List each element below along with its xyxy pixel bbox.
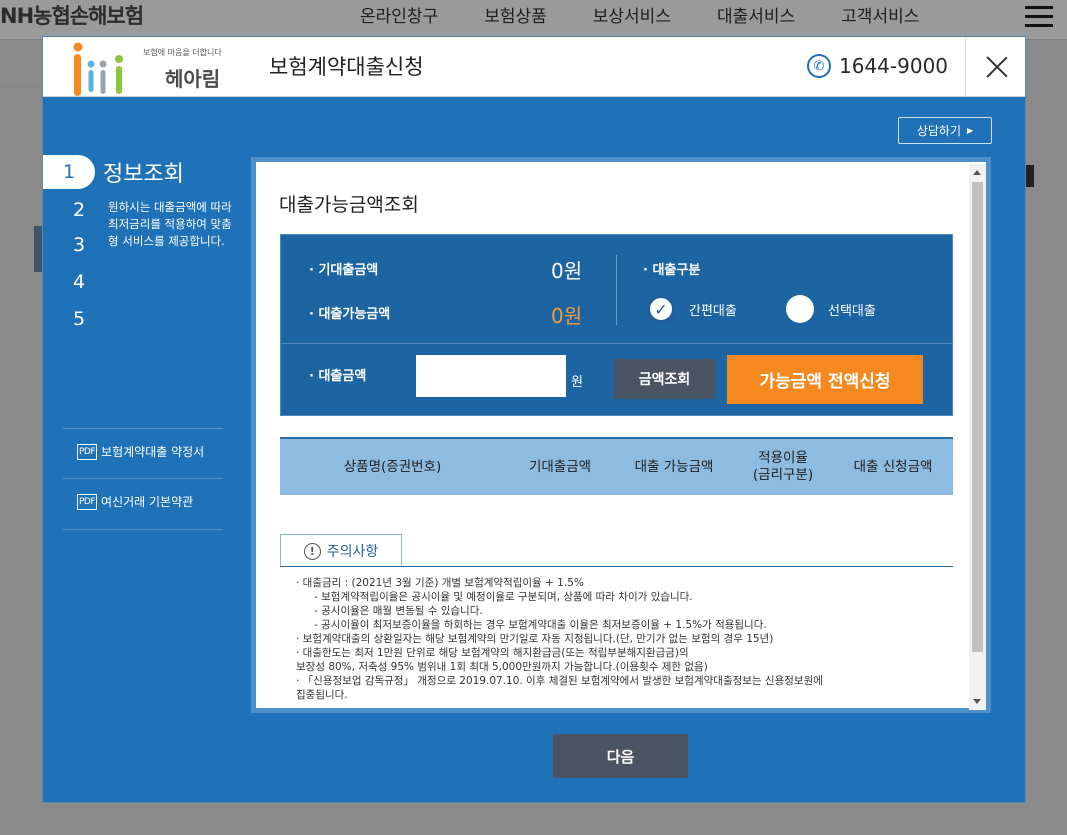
loan-table-header: 상품명(증권번호) 기대출금액 대출 가능금액 적용이율 (금리구분) 대출 신… xyxy=(280,437,953,495)
divider xyxy=(280,566,953,567)
radio-label: 선택대출 xyxy=(828,303,876,319)
notice-line: · 대출금리 : (2021년 3월 기준) 개별 보험계약적립이율 + 1.5… xyxy=(296,577,584,589)
pdf-icon: PDF xyxy=(77,443,98,460)
column-header: 적용이율 (금리구분) xyxy=(752,450,814,483)
site-header: NH농협손해보험 온라인창구 보험상품 보상서비스 대출서비스 고객서비스 xyxy=(0,0,1067,40)
apply-full-amount-button[interactable]: 가능금액 전액신청 xyxy=(727,355,923,404)
divider xyxy=(63,428,223,429)
consult-button[interactable]: 상담하기 ▶ xyxy=(898,117,992,144)
phone-icon: ✆ xyxy=(807,54,831,78)
people-logo-icon xyxy=(73,42,123,96)
step-number: 2 xyxy=(72,199,86,221)
pdf-link-label: 보험계약대출 약정서 xyxy=(101,445,205,459)
content-panel: 대출가능금액조회 · 기대출금액 0원 · 대출가능금액 0원 · 대출구분 ✓… xyxy=(251,157,991,713)
notice-tab[interactable]: ! 주의사항 xyxy=(280,534,402,567)
alert-icon: ! xyxy=(303,542,321,560)
notice-line: - 보험계약적립이율은 공시이율 및 예정이율로 구분되며, 상품에 따라 차이… xyxy=(314,591,693,603)
pdf-link-agreement[interactable]: PDF 보험계약대출 약정서 xyxy=(77,443,204,460)
nav-products[interactable]: 보험상품 xyxy=(484,2,547,27)
step-2: 2 xyxy=(63,195,95,225)
pdf-link-label: 여신거래 기본약관 xyxy=(101,495,194,509)
existing-loan-value: 0원 xyxy=(551,259,583,283)
next-button[interactable]: 다음 xyxy=(553,734,688,778)
arrow-right-icon: ▶ xyxy=(967,126,974,135)
nav-online[interactable]: 온라인창구 xyxy=(360,2,438,27)
loan-amount-input[interactable] xyxy=(416,355,566,397)
step-number: 1 xyxy=(43,155,95,189)
scroll-up-icon[interactable] xyxy=(973,170,981,175)
brand-name: 헤아림 xyxy=(165,67,221,91)
divider xyxy=(63,478,223,479)
existing-loan-label: · 기대출금액 xyxy=(309,263,379,278)
notice-line: · 「신용정보업 감독규정」 개정으로 2019.07.10. 이후 체결된 보… xyxy=(296,675,823,687)
notice-line: · 보험계약대출의 상환일자는 해당 보험계약의 만기일로 자동 지정됩니다.(… xyxy=(296,633,774,645)
divider xyxy=(63,529,223,530)
notice-line: - 공시이율이 최저보증이율을 하회하는 경우 보험계약대출 이율은 최저보증이… xyxy=(314,619,767,631)
notice-line: · 대출한도는 최저 1만원 단위로 해당 보험계약의 해지환급금(또는 적립부… xyxy=(296,647,689,659)
loan-type-label: · 대출구분 xyxy=(643,263,701,278)
amount-unit: 원 xyxy=(571,375,583,390)
site-logo[interactable]: NH농협손해보험 xyxy=(0,0,144,30)
bg-region xyxy=(1026,165,1034,187)
column-header: 기대출금액 xyxy=(528,458,592,475)
consult-label: 상담하기 xyxy=(916,124,961,138)
notice-line: 집중됩니다. xyxy=(296,689,348,700)
modal-title: 보험계약대출신청 xyxy=(269,55,424,79)
divider xyxy=(965,37,966,97)
step-description: 원하시는 대출금액에 따라 최저금리를 적용하여 맞춤형 서비스를 제공합니다. xyxy=(108,200,232,248)
brand-tagline: 보험에 마음을 더합니다 xyxy=(143,48,222,57)
radio-checked-icon: ✓ xyxy=(647,295,675,323)
pdf-icon: PDF xyxy=(77,493,98,510)
step-5: 5 xyxy=(63,304,95,334)
site-nav: 온라인창구 보험상품 보상서비스 대출서비스 고객서비스 xyxy=(360,2,965,27)
notice-tab-label: 주의사항 xyxy=(326,544,379,560)
nav-claims[interactable]: 보상서비스 xyxy=(593,2,671,27)
step-number: 4 xyxy=(72,271,86,293)
radio-label: 간편대출 xyxy=(689,303,737,319)
notice-line: - 공시이율은 매월 변동될 수 있습니다. xyxy=(314,605,483,617)
step-4: 4 xyxy=(63,267,95,297)
nav-customer[interactable]: 고객서비스 xyxy=(841,2,919,27)
bg-region xyxy=(34,226,42,272)
phone-number: 1644-9000 xyxy=(839,54,949,78)
close-button[interactable] xyxy=(979,49,1015,85)
radio-simple-loan[interactable]: ✓ 간편대출 xyxy=(647,295,737,323)
column-header: 대출 신청금액 xyxy=(853,458,933,475)
available-amount-label: · 대출가능금액 xyxy=(309,307,391,322)
panel-scrollbar[interactable] xyxy=(969,164,986,710)
notice-text: · 대출금리 : (2021년 3월 기준) 개별 보험계약적립이율 + 1.5… xyxy=(296,576,956,700)
phone-contact: ✆ 1644-9000 xyxy=(807,54,948,78)
step-label: 정보조회 xyxy=(103,162,184,187)
loan-application-modal: 보험에 마음을 더합니다 헤아림 보험계약대출신청 ✆ 1644-9000 상담… xyxy=(42,36,1026,803)
nav-loans[interactable]: 대출서비스 xyxy=(717,2,795,27)
step-number: 3 xyxy=(72,234,86,256)
column-header: 대출 가능금액 xyxy=(634,458,714,475)
pdf-link-terms[interactable]: PDF 여신거래 기본약관 xyxy=(77,493,193,510)
radio-unchecked-icon xyxy=(786,295,814,323)
inquiry-box: · 기대출금액 0원 · 대출가능금액 0원 · 대출구분 ✓ 간편대출 선택대… xyxy=(280,234,953,416)
scroll-thumb[interactable] xyxy=(972,182,983,652)
section-title: 대출가능금액조회 xyxy=(279,194,419,216)
bg-region xyxy=(0,40,42,84)
brand-logo: 보험에 마음을 더합니다 헤아림 xyxy=(69,42,229,96)
step-number: 5 xyxy=(72,308,86,330)
column-header: 상품명(증권번호) xyxy=(343,458,442,475)
step-1: 1 정보조회 xyxy=(43,155,184,189)
divider xyxy=(616,255,617,325)
menu-icon[interactable] xyxy=(1025,6,1053,28)
scroll-down-icon[interactable] xyxy=(973,699,981,704)
modal-header: 보험에 마음을 더합니다 헤아림 보험계약대출신청 ✆ 1644-9000 xyxy=(43,37,1025,97)
step-3: 3 xyxy=(63,230,95,260)
available-amount-value: 0원 xyxy=(551,304,583,328)
radio-select-loan[interactable]: 선택대출 xyxy=(786,295,876,323)
amount-lookup-button[interactable]: 금액조회 xyxy=(614,359,715,399)
notice-line: 보장성 80%, 저축성 95% 범위내 1회 최대 5,000만원까지 가능합… xyxy=(296,661,708,673)
divider xyxy=(281,343,952,344)
loan-amount-label: · 대출금액 xyxy=(309,369,367,384)
